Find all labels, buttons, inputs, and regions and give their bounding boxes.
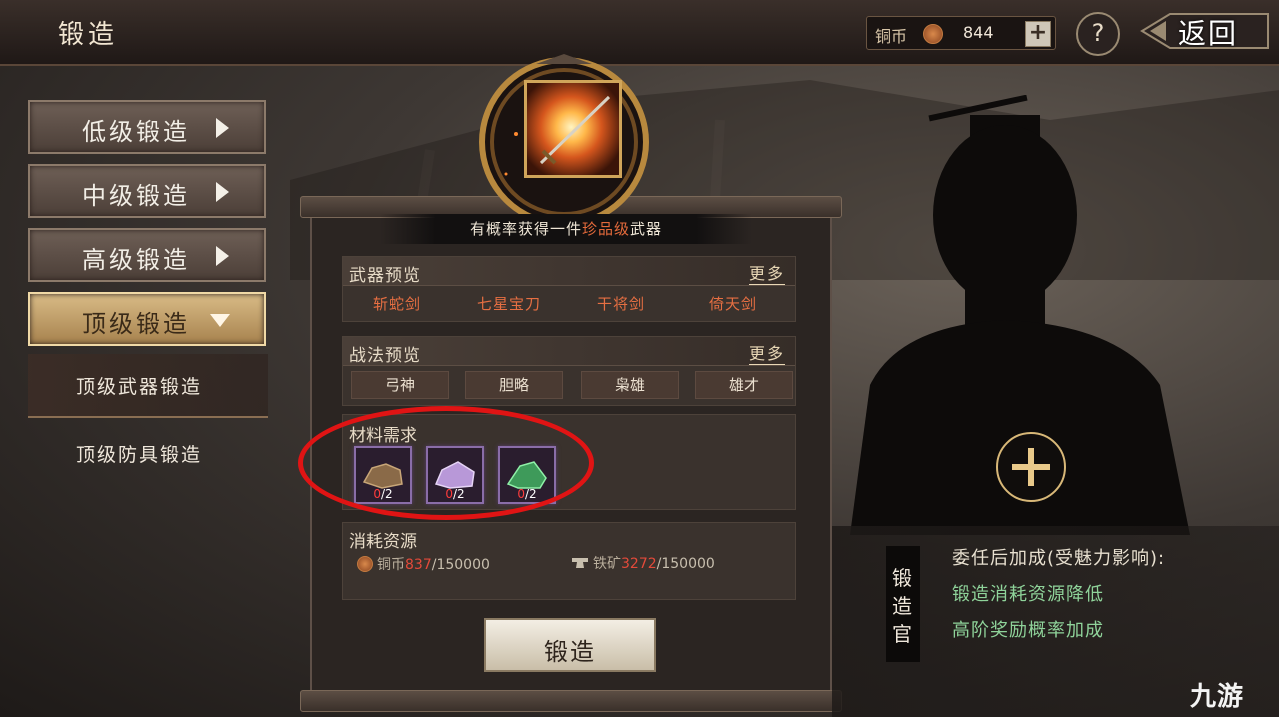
menu-label: 中级锻造 bbox=[82, 182, 190, 210]
triangle-right-icon bbox=[216, 118, 229, 138]
bonus-title: 委任后加成(受魅力影响): bbox=[952, 548, 1166, 569]
submenu-label: 顶级防具锻造 bbox=[76, 444, 203, 466]
weapon-reward-icon[interactable] bbox=[524, 80, 622, 178]
currency-value: 844 bbox=[963, 23, 994, 42]
banner-highlight: 珍品级 bbox=[581, 220, 630, 238]
menu-low-forge[interactable]: 低级锻造 bbox=[28, 100, 266, 154]
weapon-item[interactable]: 倚天剑 bbox=[709, 293, 757, 314]
forge-button-label: 锻造 bbox=[544, 638, 596, 666]
panel-bottom-ornament bbox=[300, 690, 842, 712]
officer-tag: 锻造官 bbox=[886, 546, 920, 662]
section-title: 武器预览 bbox=[349, 266, 421, 286]
bonus-item: 锻造消耗资源降低 bbox=[952, 584, 1104, 605]
menu-mid-forge[interactable]: 中级锻造 bbox=[28, 164, 266, 218]
officer-tag-label: 锻造官 bbox=[892, 566, 912, 646]
resources-title: 消耗资源 bbox=[349, 532, 417, 552]
menu-label: 低级锻造 bbox=[82, 118, 190, 146]
triangle-down-icon bbox=[210, 314, 230, 327]
submenu-top-armor-forge[interactable]: 顶级防具锻造 bbox=[28, 422, 268, 484]
tactic-preview-section: 战法预览 更多 弓神 胆略 枭雄 雄才 bbox=[342, 336, 796, 406]
forge-button[interactable]: 锻造 bbox=[484, 618, 656, 672]
copper-coin-icon bbox=[923, 24, 943, 44]
weapon-item[interactable]: 干将剑 bbox=[597, 293, 645, 314]
resources-section: 消耗资源 铜币837/150000 铁矿3272/150000 bbox=[342, 522, 796, 600]
menu-label: 高级锻造 bbox=[82, 246, 190, 274]
triangle-right-icon bbox=[216, 182, 229, 202]
back-button[interactable]: 返回 bbox=[1140, 10, 1272, 52]
more-tactics-link[interactable]: 更多 bbox=[748, 340, 785, 365]
section-header: 战法预览 更多 bbox=[343, 337, 795, 366]
menu-high-forge[interactable]: 高级锻造 bbox=[28, 228, 266, 282]
currency-display: 铜币 844 + bbox=[866, 16, 1056, 50]
copper-coin-icon bbox=[357, 556, 373, 572]
material-count: 0/2 bbox=[445, 487, 465, 501]
tactic-item[interactable]: 胆略 bbox=[465, 371, 563, 399]
tactic-item[interactable]: 雄才 bbox=[695, 371, 793, 399]
currency-label: 铜币 bbox=[875, 27, 908, 46]
menu-label: 顶级锻造 bbox=[82, 310, 190, 338]
copper-cost: 铜币837/150000 bbox=[357, 553, 490, 574]
material-count: 0/2 bbox=[373, 487, 393, 501]
menu-top-forge[interactable]: 顶级锻造 bbox=[28, 292, 266, 346]
material-slot[interactable]: 0/2 bbox=[426, 446, 484, 504]
back-label: 返回 bbox=[1178, 17, 1239, 50]
submenu-top-weapon-forge[interactable]: 顶级武器锻造 bbox=[28, 354, 268, 418]
sword-icon bbox=[539, 95, 611, 165]
weapon-item[interactable]: 七星宝刀 bbox=[477, 293, 541, 314]
triangle-right-icon bbox=[216, 246, 229, 266]
banner-suffix: 武器 bbox=[630, 220, 663, 238]
section-header: 武器预览 更多 bbox=[343, 257, 795, 286]
weapon-list: 斩蛇剑 七星宝刀 干将剑 倚天剑 bbox=[343, 287, 795, 319]
tactic-item[interactable]: 枭雄 bbox=[581, 371, 679, 399]
material-slot[interactable]: 0/2 bbox=[498, 446, 556, 504]
materials-title: 材料需求 bbox=[349, 426, 417, 446]
appoint-officer-button[interactable] bbox=[996, 432, 1066, 502]
material-count: 0/2 bbox=[517, 487, 537, 501]
weapon-item[interactable]: 斩蛇剑 bbox=[373, 293, 421, 314]
material-slot[interactable]: 0/2 bbox=[354, 446, 412, 504]
reward-banner: 有概率获得一件珍品级武器 bbox=[380, 214, 752, 244]
add-currency-button[interactable]: + bbox=[1025, 21, 1051, 47]
submenu-label: 顶级武器锻造 bbox=[76, 376, 203, 398]
page-title: 锻造 bbox=[58, 20, 119, 50]
watermark-logo: 九游 bbox=[1190, 682, 1245, 712]
more-weapons-link[interactable]: 更多 bbox=[748, 260, 785, 285]
iron-cost: 铁矿3272/150000 bbox=[571, 553, 715, 573]
weapon-preview-section: 武器预览 更多 斩蛇剑 七星宝刀 干将剑 倚天剑 bbox=[342, 256, 796, 322]
anvil-icon bbox=[572, 558, 588, 568]
banner-prefix: 有概率获得一件 bbox=[469, 220, 582, 238]
bonus-item: 高阶奖励概率加成 bbox=[952, 620, 1104, 641]
help-button[interactable]: ? bbox=[1076, 12, 1120, 56]
tactic-item[interactable]: 弓神 bbox=[351, 371, 449, 399]
section-title: 战法预览 bbox=[349, 346, 421, 366]
